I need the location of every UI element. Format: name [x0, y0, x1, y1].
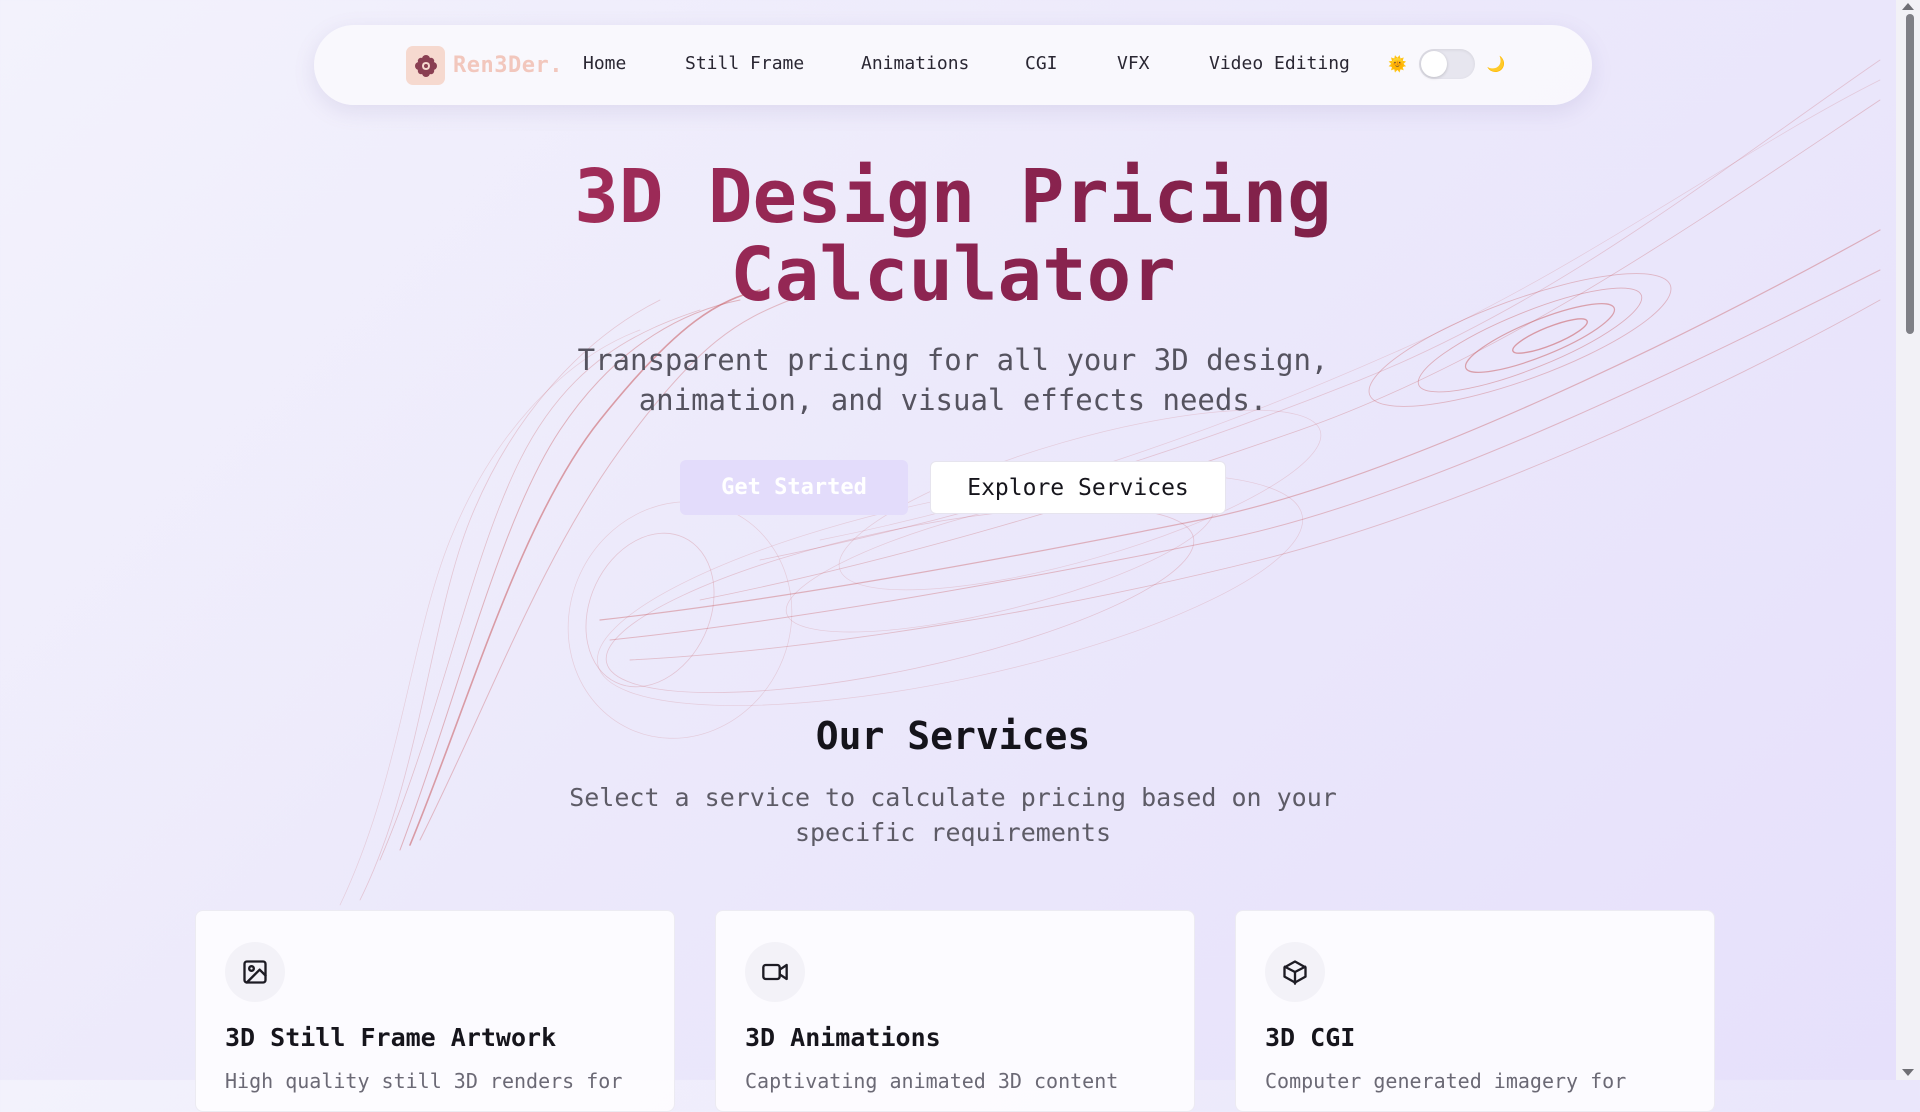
hero-subtitle: Transparent pricing for all your 3D desi… — [0, 340, 1906, 420]
services-subtitle-line-1: Select a service to calculate pricing ba… — [569, 783, 1337, 812]
card-description: High quality still 3D renders for — [225, 1069, 623, 1093]
services-section-subtitle: Select a service to calculate pricing ba… — [0, 780, 1906, 850]
video-camera-icon — [745, 942, 805, 1002]
hero-title-line-2: Calculator — [730, 232, 1176, 318]
card-description: Captivating animated 3D content — [745, 1069, 1119, 1093]
theme-switch[interactable] — [1418, 49, 1475, 79]
switch-knob — [1420, 51, 1447, 77]
vertical-scrollbar[interactable] — [1896, 0, 1920, 1080]
card-title: 3D Animations — [745, 1023, 941, 1052]
scroll-down-arrow-icon[interactable] — [1902, 1069, 1914, 1076]
services-subtitle-line-2: specific requirements — [794, 818, 1112, 847]
service-card-cgi[interactable]: 3D CGI Computer generated imagery for — [1235, 910, 1715, 1112]
service-card-still-frame[interactable]: 3D Still Frame Artwork High quality stil… — [195, 910, 675, 1112]
hero-subtitle-line-1: Transparent pricing for all your 3D desi… — [577, 343, 1329, 377]
image-icon — [225, 942, 285, 1002]
hero-title: 3D Design Pricing Calculator — [0, 158, 1906, 314]
theme-toggle[interactable]: 🌞 🌙 — [1388, 49, 1505, 79]
scrollbar-thumb[interactable] — [1906, 14, 1914, 334]
hero-title-line-1: 3D Design Pricing — [574, 154, 1332, 240]
card-description: Computer generated imagery for — [1265, 1069, 1627, 1093]
nav-link-vfx[interactable]: VFX — [1117, 53, 1150, 74]
scroll-up-arrow-icon[interactable] — [1902, 3, 1914, 10]
card-title: 3D Still Frame Artwork — [225, 1023, 557, 1052]
nav-link-cgi[interactable]: CGI — [1025, 53, 1058, 74]
page-content: Ren3Der. Home Still Frame Animations CGI… — [0, 0, 1896, 1112]
card-title: 3D CGI — [1265, 1023, 1356, 1052]
top-navbar: Ren3Der. Home Still Frame Animations CGI… — [314, 25, 1592, 105]
brand-logo[interactable]: Ren3Der. — [406, 46, 563, 85]
explore-services-button[interactable]: Explore Services — [930, 461, 1226, 514]
nav-link-still-frame[interactable]: Still Frame — [685, 53, 804, 74]
moon-icon: 🌙 — [1486, 54, 1506, 73]
nav-link-home[interactable]: Home — [583, 53, 626, 74]
sun-icon: 🌞 — [1388, 54, 1407, 73]
nav-link-animations[interactable]: Animations — [861, 53, 969, 74]
cube-icon — [1265, 942, 1325, 1002]
logo-flower-icon — [406, 46, 445, 85]
brand-name: Ren3Der. — [453, 53, 563, 78]
get-started-button[interactable]: Get Started — [680, 460, 908, 515]
hero-subtitle-line-2: animation, and visual effects needs. — [638, 383, 1268, 417]
nav-link-video-editing[interactable]: Video Editing — [1209, 53, 1350, 74]
service-card-animations[interactable]: 3D Animations Captivating animated 3D co… — [715, 910, 1195, 1112]
services-section-title: Our Services — [815, 714, 1091, 758]
